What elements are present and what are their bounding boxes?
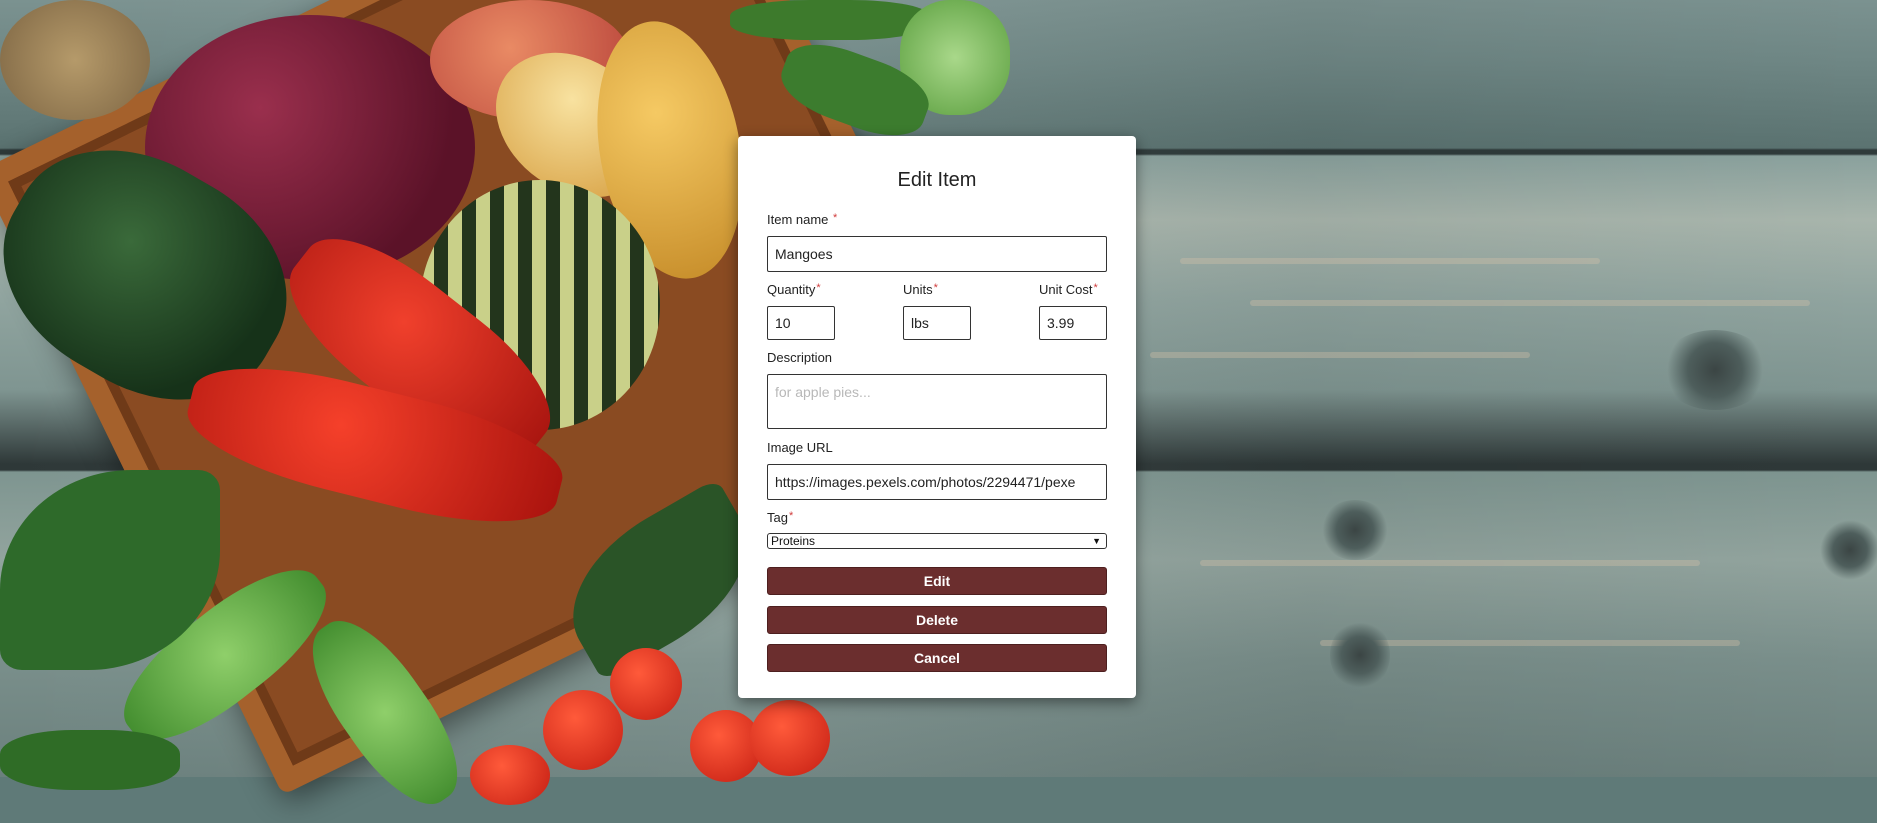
- tag-select[interactable]: Proteins ▼: [767, 533, 1107, 549]
- wood-grain: [1200, 560, 1700, 566]
- required-mark: *: [816, 282, 821, 294]
- wood-grain: [1150, 352, 1530, 358]
- wood-knot: [1660, 330, 1770, 410]
- units-label-text: Units: [903, 282, 933, 297]
- edit-button[interactable]: Edit: [767, 567, 1107, 595]
- tag-selected-value: Proteins: [771, 534, 816, 548]
- cancel-button[interactable]: Cancel: [767, 644, 1107, 672]
- tag-label-text: Tag: [767, 510, 788, 525]
- wood-grain: [1180, 258, 1600, 264]
- cucumber: [0, 730, 180, 790]
- quantity-label-text: Quantity: [767, 282, 816, 297]
- modal-title: Edit Item: [897, 169, 977, 191]
- required-mark: *: [933, 282, 938, 294]
- quantity-input[interactable]: [767, 306, 835, 340]
- required-mark: *: [788, 510, 794, 522]
- item-name-label-text: Item name: [767, 212, 829, 227]
- tag-label: Tag*: [767, 510, 793, 525]
- description-label: Description: [767, 350, 833, 365]
- tomato: [610, 648, 682, 720]
- units-input[interactable]: [903, 306, 971, 340]
- twine-ball: [0, 0, 150, 120]
- quantity-label: Quantity*: [767, 282, 821, 297]
- tomato: [470, 745, 550, 805]
- unit-cost-label: Unit Cost*: [1039, 282, 1098, 297]
- image-url-label: Image URL: [767, 440, 833, 455]
- image-url-input[interactable]: [767, 464, 1107, 500]
- required-mark: *: [833, 212, 838, 224]
- required-mark: *: [1093, 282, 1098, 294]
- dropdown-arrow-icon: ▼: [1092, 536, 1101, 546]
- delete-button[interactable]: Delete: [767, 606, 1107, 634]
- wood-grain: [1250, 300, 1810, 306]
- description-textarea[interactable]: [767, 374, 1107, 429]
- item-name-input[interactable]: [767, 236, 1107, 272]
- unit-cost-input[interactable]: [1039, 306, 1107, 340]
- wood-knot: [1820, 520, 1877, 580]
- wood-knot: [1330, 620, 1390, 690]
- unit-cost-label-text: Unit Cost: [1039, 282, 1093, 297]
- wood-knot: [1320, 500, 1390, 560]
- edit-item-modal: Edit Item Item name * Quantity* Units* U…: [738, 136, 1136, 698]
- units-label: Units*: [903, 282, 938, 297]
- tomato: [750, 700, 830, 776]
- cucumber: [730, 0, 930, 40]
- item-name-label: Item name *: [767, 212, 837, 227]
- tomato: [543, 690, 623, 770]
